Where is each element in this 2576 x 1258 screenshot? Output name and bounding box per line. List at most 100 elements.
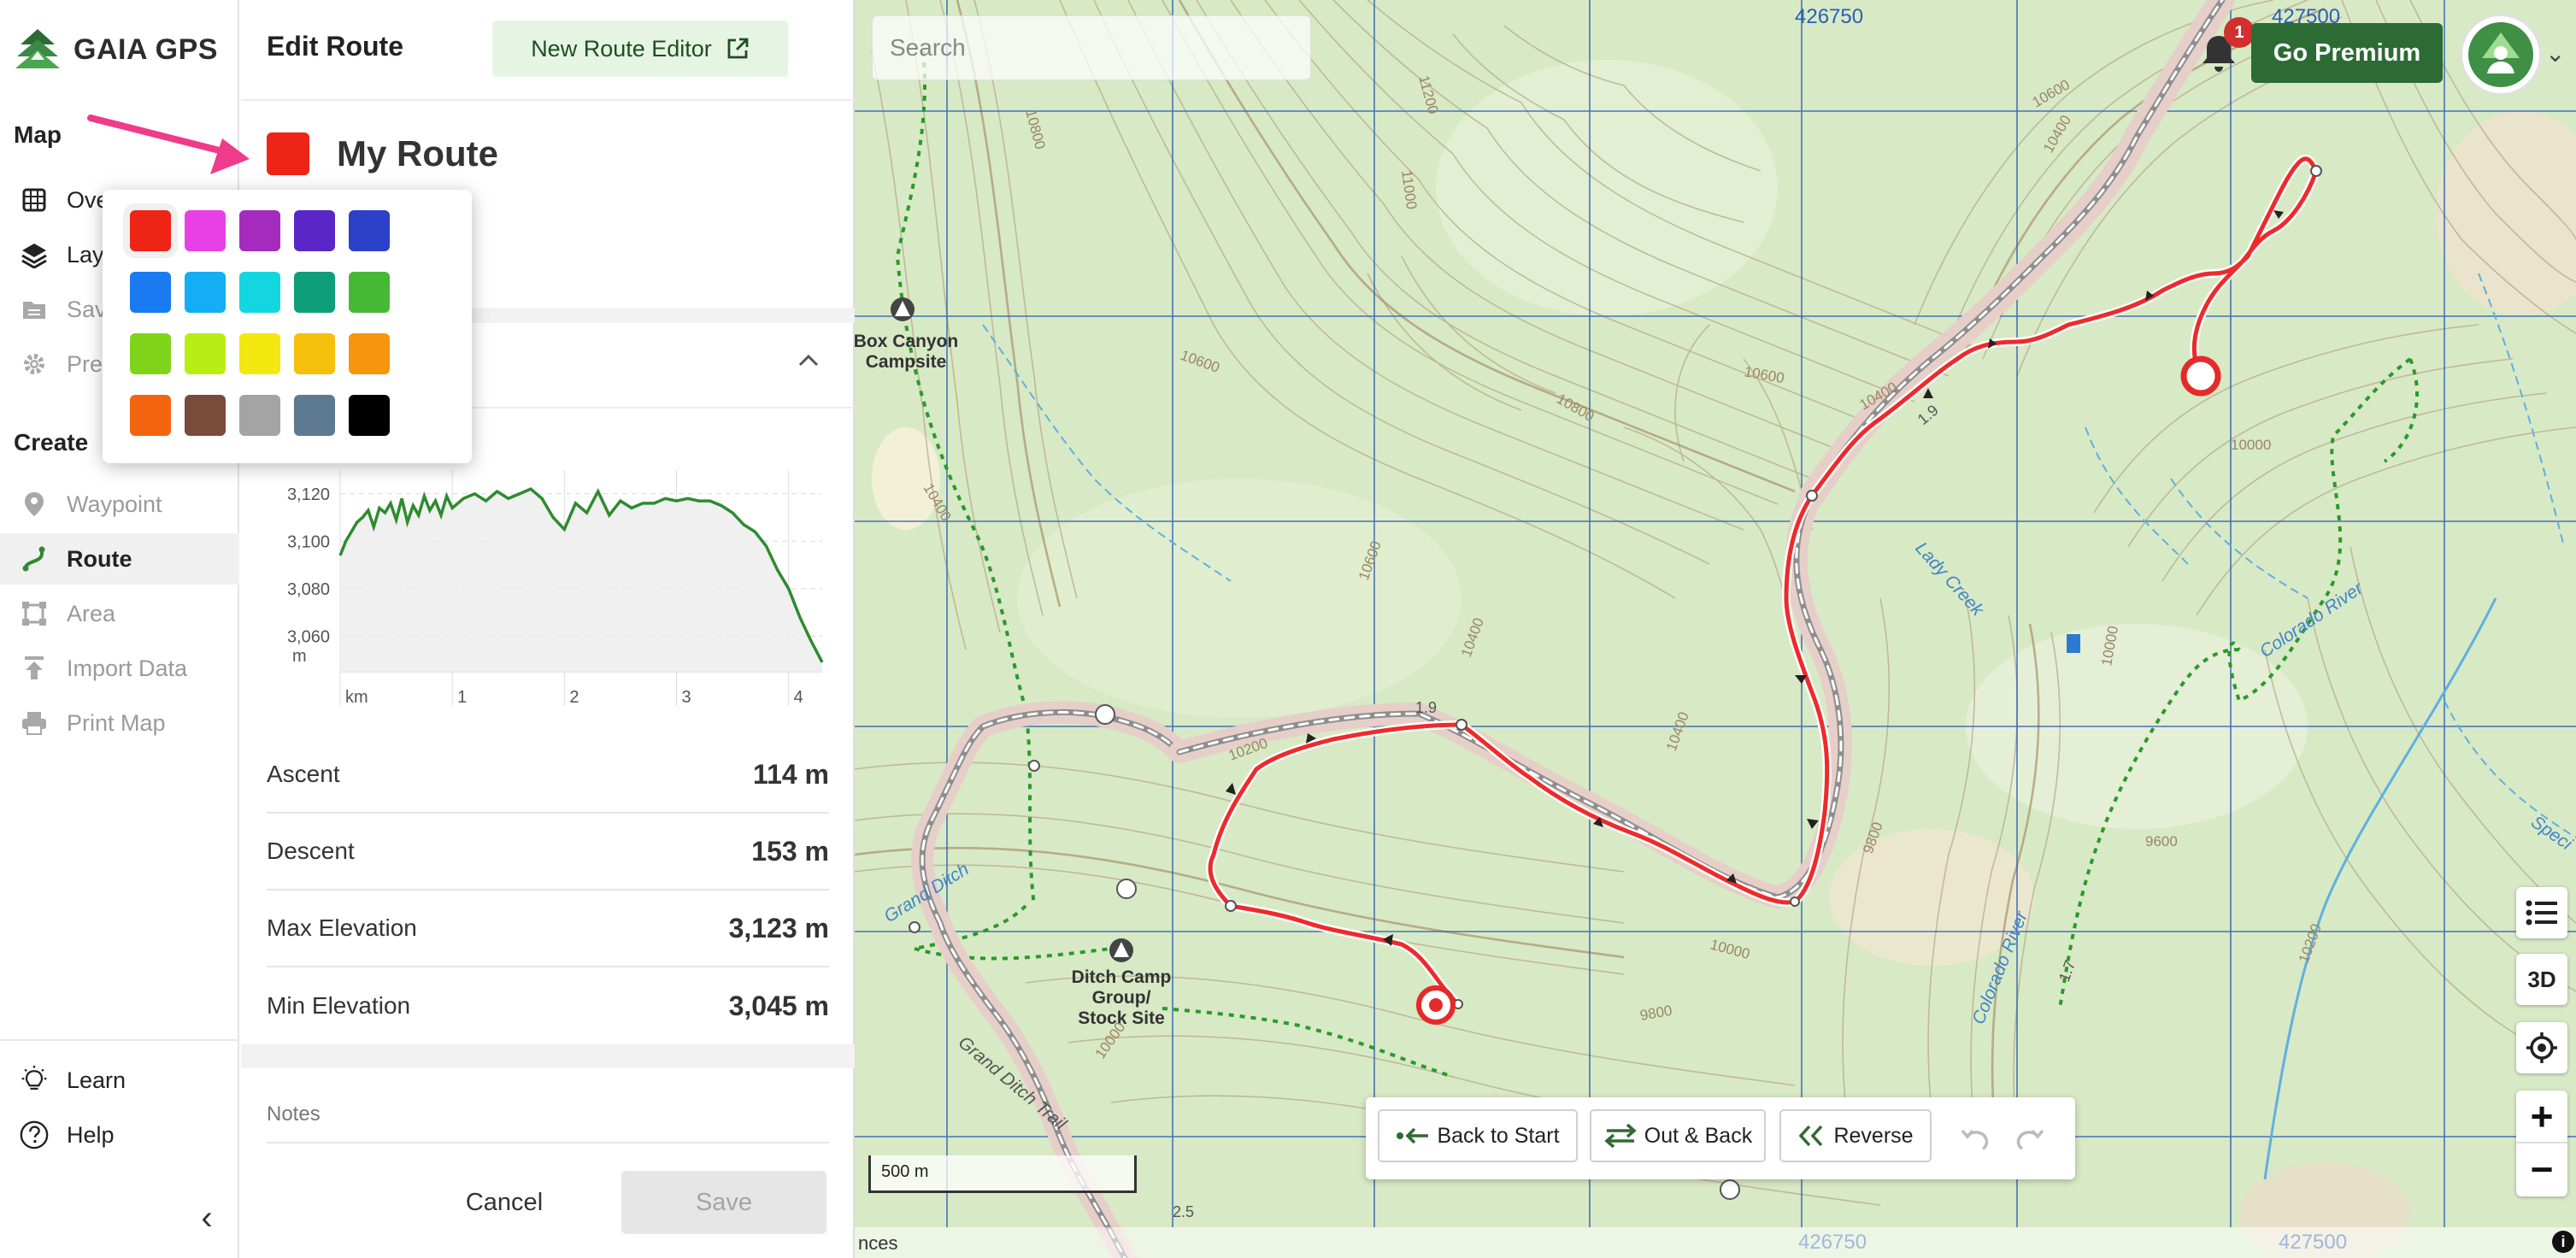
help-icon bbox=[19, 1120, 50, 1150]
stat-value: 114 m bbox=[753, 758, 829, 790]
color-swatch[interactable] bbox=[185, 395, 226, 436]
gaia-logo-icon bbox=[15, 29, 60, 68]
list-icon bbox=[2526, 900, 2557, 926]
back-to-start-button[interactable]: Back to Start bbox=[1378, 1109, 1578, 1162]
sidebar-item-label: Print Map bbox=[67, 709, 166, 736]
color-swatch[interactable] bbox=[349, 395, 390, 436]
route-start-marker[interactable] bbox=[2180, 356, 2221, 397]
color-swatch[interactable] bbox=[239, 210, 280, 251]
sidebar-item-label: Route bbox=[67, 545, 132, 572]
reverse-label: Reverse bbox=[1833, 1123, 1914, 1148]
reverse-button[interactable]: Reverse bbox=[1779, 1109, 1932, 1162]
create-section-heading: Create bbox=[14, 429, 89, 456]
stat-label: Max Elevation bbox=[267, 914, 417, 941]
go-premium-button[interactable]: Go Premium bbox=[2251, 23, 2443, 83]
map-canvas[interactable]: Box Canyon Campsite Ditch Camp Group/ St… bbox=[855, 0, 2576, 1258]
out-and-back-button[interactable]: Out & Back bbox=[1590, 1109, 1766, 1162]
map-scale-bar: 500 m bbox=[868, 1155, 1137, 1193]
panel-header-divider bbox=[241, 99, 855, 101]
zoom-in-button[interactable]: + bbox=[2516, 1090, 2567, 1142]
color-swatch[interactable] bbox=[239, 395, 280, 436]
map-info-button[interactable]: i bbox=[2552, 1231, 2574, 1253]
color-picker-popover bbox=[103, 190, 472, 463]
campsite-icon bbox=[1109, 938, 1133, 962]
stat-value: 3,123 m bbox=[728, 912, 829, 944]
map-locate-button[interactable] bbox=[2516, 1022, 2567, 1073]
app-sidebar: GAIA GPS Map Overview Layers Saved Prefe… bbox=[0, 0, 239, 1258]
place-label-box-canyon-line2: Campsite bbox=[866, 352, 947, 372]
redo-button[interactable] bbox=[2012, 1120, 2050, 1157]
sidebar-item-print-map[interactable]: Print Map bbox=[0, 697, 239, 749]
grid-icon bbox=[19, 185, 50, 215]
stat-value: 3,045 m bbox=[728, 990, 829, 1021]
color-swatch[interactable] bbox=[294, 395, 335, 436]
map-section-heading: Map bbox=[14, 121, 62, 148]
sidebar-item-learn[interactable]: Learn bbox=[0, 1055, 239, 1106]
map-search-input[interactable]: Search bbox=[872, 15, 1311, 80]
sidebar-item-label: Import Data bbox=[67, 655, 188, 681]
x-tick-label: km bbox=[345, 688, 368, 707]
sidebar-item-route[interactable]: Route bbox=[0, 533, 239, 585]
grid-label-top: 426750 bbox=[1795, 5, 1864, 28]
y-tick-label: 3,060 bbox=[287, 627, 330, 646]
panel-title: Edit Route bbox=[267, 31, 403, 62]
x-tick-label: 1 bbox=[457, 688, 467, 707]
cancel-button[interactable]: Cancel bbox=[444, 1173, 564, 1232]
save-button[interactable]: Save bbox=[621, 1171, 826, 1234]
color-swatch[interactable] bbox=[349, 333, 390, 374]
color-swatch[interactable] bbox=[239, 272, 280, 313]
zoom-out-button[interactable]: − bbox=[2516, 1143, 2567, 1195]
color-swatch[interactable] bbox=[185, 210, 226, 251]
reverse-icon bbox=[1799, 1125, 1823, 1147]
sidebar-item-help[interactable]: Help bbox=[0, 1109, 239, 1161]
map-list-button[interactable] bbox=[2516, 887, 2567, 938]
x-tick-label: 2 bbox=[569, 688, 579, 707]
sidebar-item-area[interactable]: Area bbox=[0, 588, 239, 639]
new-route-editor-button[interactable]: New Route Editor bbox=[492, 21, 788, 77]
collapse-sidebar-button[interactable]: ‹ bbox=[190, 1201, 224, 1235]
color-swatch[interactable] bbox=[130, 210, 171, 251]
route-edit-toolbar: Back to Start Out & Back Reverse bbox=[1366, 1097, 2075, 1179]
color-swatch[interactable] bbox=[349, 272, 390, 313]
sidebar-item-label: Area bbox=[67, 600, 116, 626]
sidebar-item-label: Waypoint bbox=[67, 491, 162, 517]
campsite-icon bbox=[891, 297, 915, 321]
logo[interactable]: GAIA GPS bbox=[14, 26, 218, 73]
stat-label: Ascent bbox=[267, 761, 340, 787]
color-swatch[interactable] bbox=[130, 272, 171, 313]
stat-row-min-elevation: Min Elevation 3,045 m bbox=[267, 967, 829, 1044]
color-swatch[interactable] bbox=[185, 272, 226, 313]
sidebar-item-import-data[interactable]: Import Data bbox=[0, 643, 239, 694]
color-swatch[interactable] bbox=[294, 272, 335, 313]
color-swatch[interactable] bbox=[130, 333, 171, 374]
stat-label: Descent bbox=[267, 838, 355, 864]
map-3d-button[interactable]: 3D bbox=[2516, 954, 2567, 1005]
svg-text:10000: 10000 bbox=[2231, 437, 2271, 453]
color-swatch[interactable] bbox=[294, 210, 335, 251]
chevron-up-icon[interactable] bbox=[795, 347, 822, 374]
new-route-editor-label: New Route Editor bbox=[531, 35, 712, 62]
undo-button[interactable] bbox=[1956, 1120, 1993, 1157]
notes-field[interactable] bbox=[267, 1142, 829, 1143]
topo-map[interactable]: Box Canyon Campsite Ditch Camp Group/ St… bbox=[855, 0, 2576, 1258]
sidebar-item-waypoint[interactable]: Waypoint bbox=[0, 479, 239, 530]
x-tick-label: 3 bbox=[681, 688, 691, 707]
color-swatch[interactable] bbox=[294, 333, 335, 374]
color-swatch[interactable] bbox=[185, 333, 226, 374]
y-tick-label: 3,100 bbox=[287, 532, 330, 551]
sidebar-item-label: Help bbox=[67, 1121, 115, 1148]
chevron-down-icon[interactable]: ⌄ bbox=[2545, 39, 2565, 68]
avatar[interactable] bbox=[2460, 14, 2542, 96]
edit-route-panel: Edit Route New Route Editor My Route 3,1… bbox=[241, 0, 855, 1258]
map-attribution: nces bbox=[855, 1227, 2576, 1258]
color-swatch[interactable] bbox=[239, 333, 280, 374]
color-swatch[interactable] bbox=[349, 210, 390, 251]
route-name[interactable]: My Route bbox=[337, 133, 498, 174]
section-separator bbox=[241, 1044, 855, 1068]
back-to-start-icon bbox=[1397, 1127, 1429, 1144]
color-swatch[interactable] bbox=[130, 395, 171, 436]
scale-label: 500 m bbox=[881, 1162, 929, 1181]
notes-label: Notes bbox=[267, 1102, 321, 1126]
back-to-start-label: Back to Start bbox=[1437, 1123, 1560, 1148]
out-and-back-label: Out & Back bbox=[1644, 1123, 1753, 1148]
